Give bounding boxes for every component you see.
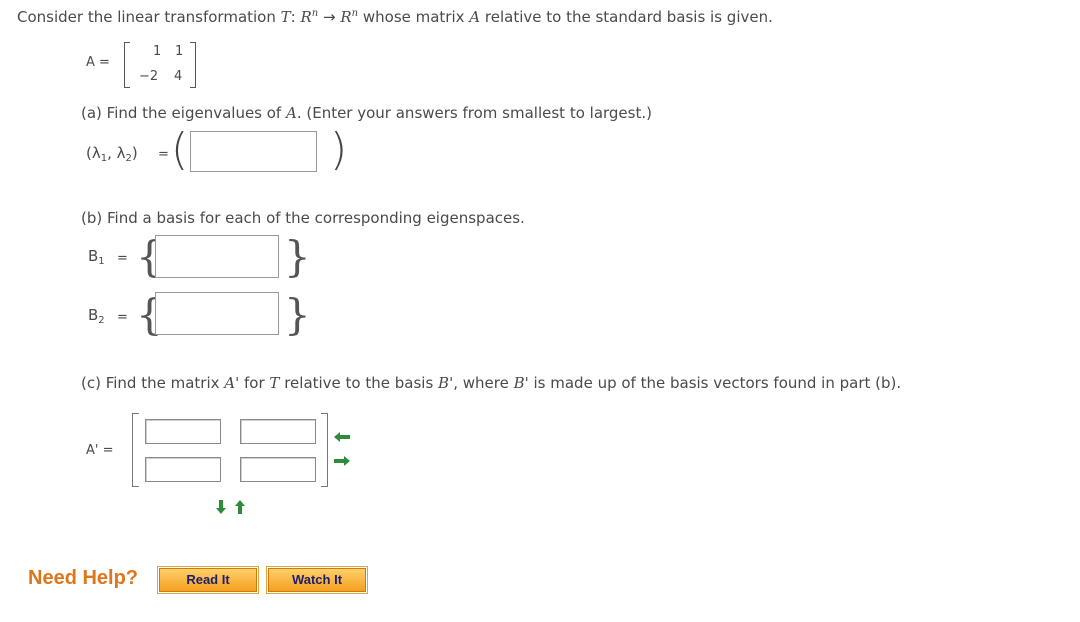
part-b-prompt: (b) Find a basis for each of the corresp… xyxy=(81,209,525,227)
add-row-arrow-icon[interactable] xyxy=(333,456,351,466)
a-prime-left-bracket xyxy=(132,413,139,487)
eigenvalues-input[interactable] xyxy=(190,131,317,172)
remove-column-arrow-icon[interactable] xyxy=(235,499,245,515)
part-a-prompt: (a) Find the eigenvalues of A. (Enter yo… xyxy=(81,104,652,122)
a-prime-cell-r2c1[interactable] xyxy=(145,457,221,482)
read-it-button[interactable]: Read It xyxy=(157,566,259,594)
matrix-a-r1c2: 1 xyxy=(175,44,184,59)
left-paren: ( xyxy=(171,124,189,175)
need-help-label: Need Help? xyxy=(28,567,139,589)
a-prime-cell-r2c2[interactable] xyxy=(240,457,316,482)
a-prime-label: A' = xyxy=(86,443,114,458)
add-column-arrow-icon[interactable] xyxy=(216,499,226,515)
b2-right-brace: } xyxy=(284,290,311,339)
b2-basis-input[interactable] xyxy=(155,292,279,335)
remove-row-arrow-icon[interactable] xyxy=(333,432,351,442)
b1-basis-input[interactable] xyxy=(155,235,279,278)
matrix-a-right-bracket xyxy=(190,42,196,88)
matrix-a-left-bracket xyxy=(124,42,130,88)
right-paren: ) xyxy=(330,124,348,175)
b1-label: B1 xyxy=(88,247,105,267)
matrix-a-r1c1: 1 xyxy=(153,44,162,59)
matrix-a-label: A = xyxy=(86,55,110,70)
b1-right-brace: } xyxy=(284,232,311,281)
a-prime-cell-r1c2[interactable] xyxy=(240,419,316,444)
eigenvalue-label: (λ1, λ2) xyxy=(86,144,138,164)
problem-statement: Consider the linear transformation T: Rn… xyxy=(17,8,773,26)
a-prime-right-bracket xyxy=(321,413,328,487)
matrix-a-r2c2: 4 xyxy=(174,69,183,84)
b2-label: B2 xyxy=(88,306,105,326)
eigenvalue-equals: = xyxy=(158,147,169,162)
b2-equals: = xyxy=(117,310,128,325)
watch-it-button[interactable]: Watch It xyxy=(266,566,368,594)
a-prime-cell-r1c1[interactable] xyxy=(145,419,221,444)
b1-equals: = xyxy=(117,251,128,266)
matrix-a-r2c1: −2 xyxy=(139,69,159,84)
part-c-prompt: (c) Find the matrix A' for T relative to… xyxy=(81,374,902,392)
